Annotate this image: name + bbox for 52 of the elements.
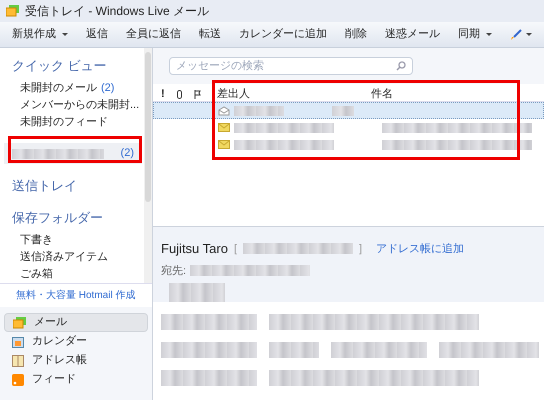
nav-item[interactable]: メール <box>4 313 148 332</box>
window-title: 受信トレイ - Windows Live メール <box>25 3 210 20</box>
envelope-icon <box>218 140 230 149</box>
sender-name: Fujitsu Taro <box>161 240 228 258</box>
toolbar-button[interactable]: 転送 <box>199 26 221 43</box>
folder-item[interactable]: 未開封のメール (2) <box>12 80 144 97</box>
toolbar-button[interactable]: 迷惑メール <box>385 26 440 43</box>
folder-item[interactable]: 下書き <box>12 231 144 248</box>
toolbar-button[interactable]: 全員に返信 <box>126 26 181 43</box>
folder-item[interactable]: メンバーからの未開封... <box>12 96 144 114</box>
column-header[interactable]: ! <box>161 86 165 103</box>
envelope-icon <box>218 123 230 132</box>
toolbar-button[interactable]: 同期 <box>458 26 492 43</box>
app-icon <box>6 5 19 17</box>
blurred-address <box>169 283 225 303</box>
paperclip-icon <box>177 90 182 99</box>
folder-item[interactable]: ごみ箱 <box>12 266 144 283</box>
unread-count: (2) <box>120 146 134 162</box>
mail-icon <box>13 316 26 328</box>
hotmail-link[interactable]: 無料・大容量 Hotmail 作成 <box>0 284 152 307</box>
section-heading: クイック ビュー <box>12 57 108 75</box>
folder-item[interactable]: 送信済みアイテム <box>12 248 144 266</box>
toolbar-button[interactable]: 返信 <box>86 26 108 43</box>
paintbrush-button[interactable] <box>510 28 532 40</box>
bracket: ] <box>359 242 362 256</box>
section-heading: 保存フォルダー <box>12 208 104 227</box>
search-icon <box>396 61 406 71</box>
add-to-address-book-link[interactable]: アドレス帳に追加 <box>376 240 464 257</box>
toolbar-button[interactable]: 新規作成 <box>12 26 68 43</box>
toolbar-button[interactable]: カレンダーに追加 <box>239 26 327 43</box>
calendar-icon <box>12 336 24 348</box>
caret-icon <box>486 32 492 36</box>
message-row[interactable] <box>153 102 544 119</box>
to-label: 宛先: <box>161 264 186 278</box>
folder-heading[interactable]: 送信トレイ <box>12 176 144 196</box>
open-envelope-icon <box>218 106 230 116</box>
feed-icon <box>12 374 24 386</box>
address-book-icon <box>12 354 24 366</box>
caret-icon <box>62 32 68 36</box>
blurred-text <box>332 106 354 116</box>
column-header[interactable]: 件名 <box>371 86 393 103</box>
flag-icon <box>194 90 201 99</box>
nav-item[interactable]: アドレス帳 <box>4 351 148 370</box>
bracket: [ <box>234 242 238 256</box>
toolbar-button[interactable]: 削除 <box>345 26 367 43</box>
caret-icon <box>526 32 532 36</box>
column-header[interactable]: 差出人 <box>217 86 359 103</box>
nav-item[interactable]: フィード <box>4 370 148 389</box>
blurred-text <box>269 342 319 358</box>
nav-item[interactable]: カレンダー <box>4 332 148 351</box>
folder-item[interactable]: 未開封のフィード <box>12 114 144 132</box>
blurred-text <box>234 106 284 116</box>
